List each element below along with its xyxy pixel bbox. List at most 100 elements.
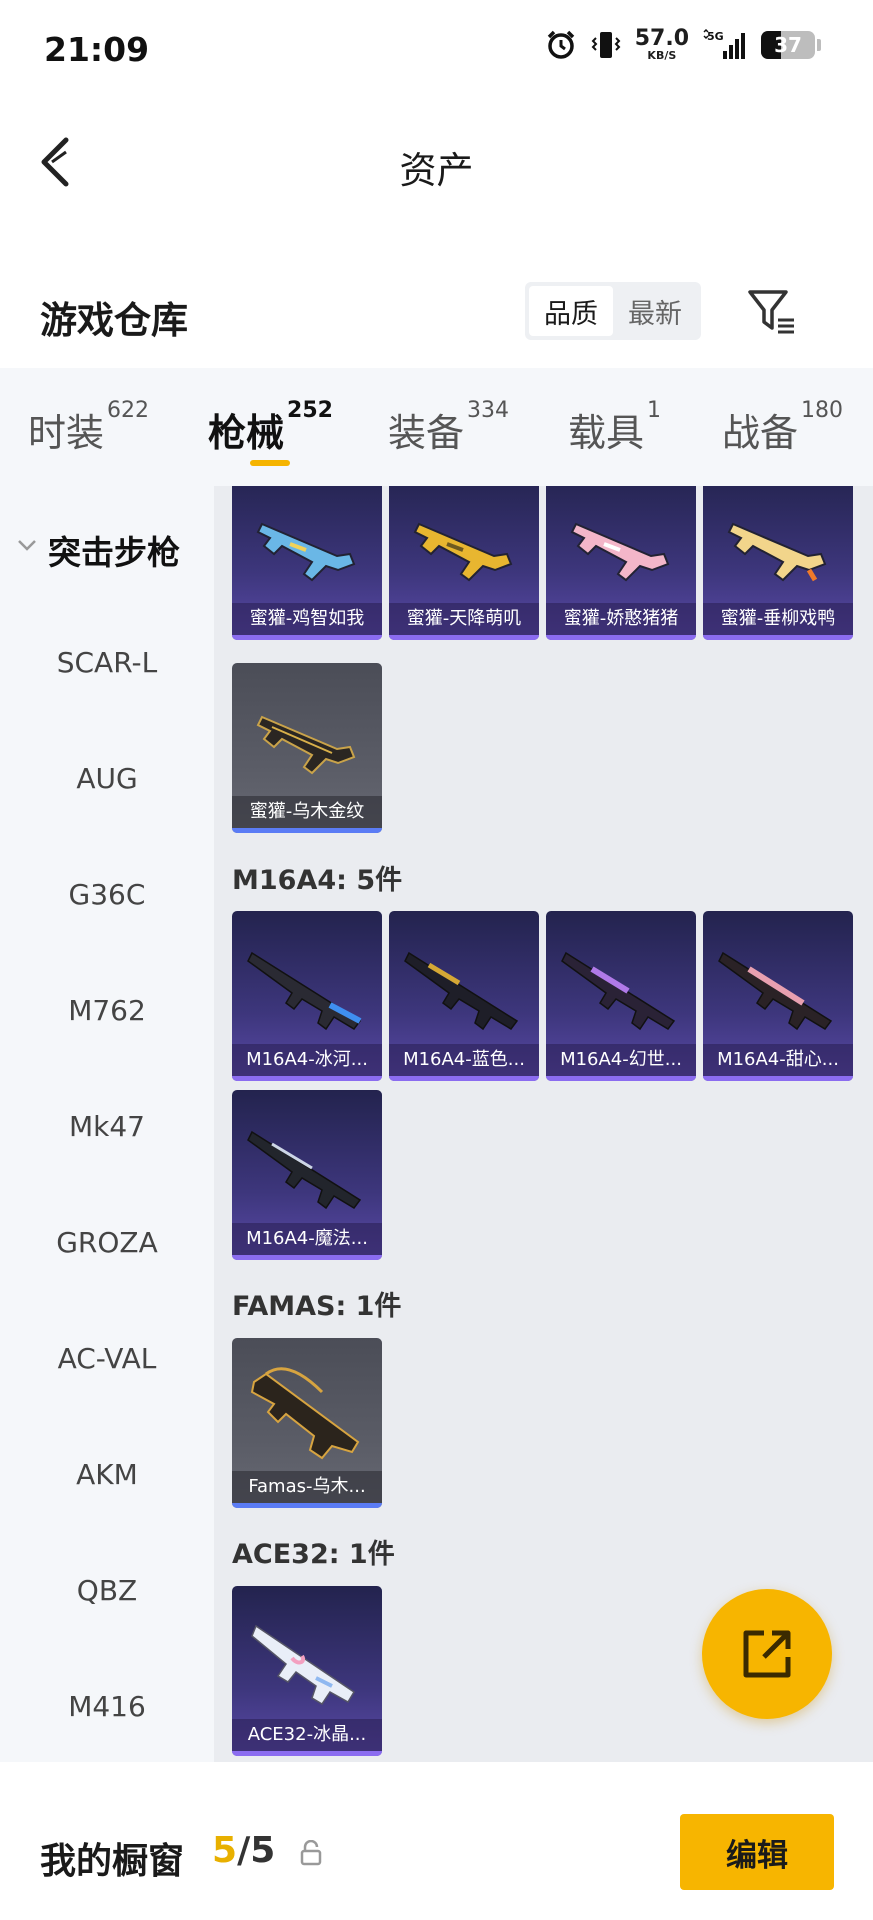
- weapon-card[interactable]: M16A4-冰河...: [232, 911, 382, 1081]
- weapon-name: ACE32-冰晶...: [232, 1719, 382, 1751]
- weapon-name: 蜜獾-娇憨猪猪: [546, 603, 696, 635]
- tab-vehicles[interactable]: 载具1: [568, 398, 661, 457]
- tab-count: 180: [801, 398, 844, 423]
- filter-icon[interactable]: [746, 286, 798, 338]
- sidebar-item-assault-rifles[interactable]: 突击步枪: [0, 526, 214, 574]
- weapon-card[interactable]: 蜜獾-娇憨猪猪: [546, 486, 696, 640]
- tab-equipment[interactable]: 装备334: [388, 398, 509, 457]
- tab-fashion[interactable]: 时装622: [28, 398, 149, 457]
- weapon-card[interactable]: Famas-乌木...: [232, 1338, 382, 1508]
- weapon-card[interactable]: 蜜獾-鸡智如我: [232, 486, 382, 640]
- active-tab-indicator: [250, 460, 290, 466]
- weapon-name: 蜜獾-鸡智如我: [232, 603, 382, 635]
- rarity-bar: [232, 635, 382, 640]
- weapon-name: M16A4-魔法...: [232, 1223, 382, 1255]
- rifle-icon: [718, 951, 833, 1031]
- tab-count: 252: [287, 398, 333, 423]
- battery-icon: 37: [761, 30, 815, 59]
- weapon-card[interactable]: M16A4-蓝色...: [389, 911, 539, 1081]
- sidebar-item-m416[interactable]: M416: [0, 1690, 214, 1723]
- rarity-bar: [546, 635, 696, 640]
- tab-label: 载具: [568, 411, 645, 455]
- rifle-icon: [247, 951, 362, 1031]
- status-icons: 57.0 KB/S 5G 37: [545, 28, 821, 61]
- rifle-icon: [413, 522, 513, 582]
- sidebar-item-aug[interactable]: AUG: [0, 762, 214, 795]
- signal-5g-icon: 5G: [703, 28, 745, 59]
- rarity-bar: [232, 828, 382, 833]
- edit-button[interactable]: 编辑: [680, 1814, 834, 1890]
- rarity-bar: [703, 1076, 853, 1081]
- category-tabs: 时装622 枪械252 装备334 载具1 战备180: [0, 368, 873, 486]
- tab-label: 战备: [722, 411, 799, 455]
- rarity-bar: [232, 1503, 382, 1508]
- rarity-bar: [232, 1255, 382, 1260]
- weapon-name: M16A4-冰河...: [232, 1044, 382, 1076]
- rifle-icon: [251, 1624, 356, 1706]
- showcase-count: 5/5: [212, 1830, 275, 1871]
- rifle-icon: [256, 715, 356, 775]
- rarity-bar: [232, 1751, 382, 1756]
- rifle-icon: [404, 951, 519, 1031]
- vibrate-icon: [591, 31, 621, 58]
- sidebar-item-mk47[interactable]: Mk47: [0, 1110, 214, 1143]
- weapon-card[interactable]: M16A4-甜心...: [703, 911, 853, 1081]
- speed-unit: KB/S: [647, 49, 677, 62]
- group-title-ace32: ACE32: 1件: [232, 1539, 395, 1570]
- speed-value: 57.0: [634, 26, 689, 51]
- group-title-famas: FAMAS: 1件: [232, 1291, 402, 1322]
- rifle-icon: [256, 522, 356, 582]
- sort-quality-button[interactable]: 品质: [529, 286, 613, 336]
- tab-war-prep[interactable]: 战备180: [722, 398, 843, 457]
- showcase-count-total: 5: [250, 1830, 276, 1871]
- weapon-card[interactable]: 蜜獾-乌木金纹: [232, 663, 382, 833]
- rarity-bar: [389, 1076, 539, 1081]
- tab-count: 1: [647, 398, 662, 423]
- weapon-name: M16A4-幻世...: [546, 1044, 696, 1076]
- tab-firearms[interactable]: 枪械252: [208, 398, 333, 457]
- sidebar-item-akm[interactable]: AKM: [0, 1458, 214, 1491]
- sidebar-item-m762[interactable]: M762: [0, 994, 214, 1027]
- weapon-card[interactable]: M16A4-魔法...: [232, 1090, 382, 1260]
- tab-label: 时装: [28, 411, 105, 455]
- sidebar-item-scar-l[interactable]: SCAR-L: [0, 646, 214, 679]
- share-external-icon: [743, 1630, 791, 1678]
- weapon-card[interactable]: 蜜獾-天降萌叽: [389, 486, 539, 640]
- rarity-bar: [232, 1076, 382, 1081]
- status-bar: 21:09 57.0 KB/S 5G 37: [0, 0, 873, 104]
- showcase-count-separator: /: [237, 1830, 251, 1871]
- sidebar-item-ac-val[interactable]: AC-VAL: [0, 1342, 214, 1375]
- group-title-m16a4: M16A4: 5件: [232, 865, 403, 896]
- rifle-icon: [561, 951, 676, 1031]
- weapon-name: M16A4-甜心...: [703, 1044, 853, 1076]
- weapon-name: 蜜獾-天降萌叽: [389, 603, 539, 635]
- svg-text:5G: 5G: [707, 30, 724, 43]
- warehouse-title: 游戏仓库: [40, 299, 188, 342]
- sidebar-item-qbz[interactable]: QBZ: [0, 1574, 214, 1607]
- lock-icon: [300, 1840, 322, 1866]
- page-title: 资产: [399, 149, 474, 192]
- rarity-bar: [703, 635, 853, 640]
- weapon-name: Famas-乌木...: [232, 1471, 382, 1503]
- app-header: 资产: [0, 104, 873, 224]
- tab-label: 装备: [388, 411, 465, 455]
- weapon-type-sidebar: 突击步枪 SCAR-L AUG G36C M762 Mk47 GROZA AC-…: [0, 486, 214, 1762]
- network-speed: 57.0 KB/S: [634, 26, 689, 62]
- sidebar-item-groza[interactable]: GROZA: [0, 1226, 214, 1259]
- weapon-card[interactable]: M16A4-幻世...: [546, 911, 696, 1081]
- rifle-icon: [247, 1130, 362, 1210]
- weapon-name: 蜜獾-垂柳戏鸭: [703, 603, 853, 635]
- weapon-card[interactable]: 蜜獾-垂柳戏鸭: [703, 486, 853, 640]
- rifle-icon: [570, 522, 670, 582]
- weapon-grid: 蜜獾-鸡智如我 蜜獾-天降萌叽 蜜獾-娇憨猪猪 蜜獾-垂柳戏鸭 蜜獾-乌木金纹: [214, 486, 873, 1762]
- weapon-name: M16A4-蓝色...: [389, 1044, 539, 1076]
- sidebar-item-g36c[interactable]: G36C: [0, 878, 214, 911]
- tab-label: 枪械: [208, 411, 285, 455]
- showcase-count-current: 5: [212, 1830, 238, 1871]
- share-fab[interactable]: [702, 1589, 832, 1719]
- rifle-icon: [250, 1367, 360, 1460]
- weapon-card[interactable]: ACE32-冰晶...: [232, 1586, 382, 1756]
- weapon-name: 蜜獾-乌木金纹: [232, 796, 382, 828]
- sort-newest-button[interactable]: 最新: [613, 286, 697, 336]
- warehouse-row: 游戏仓库 品质 最新: [0, 270, 873, 360]
